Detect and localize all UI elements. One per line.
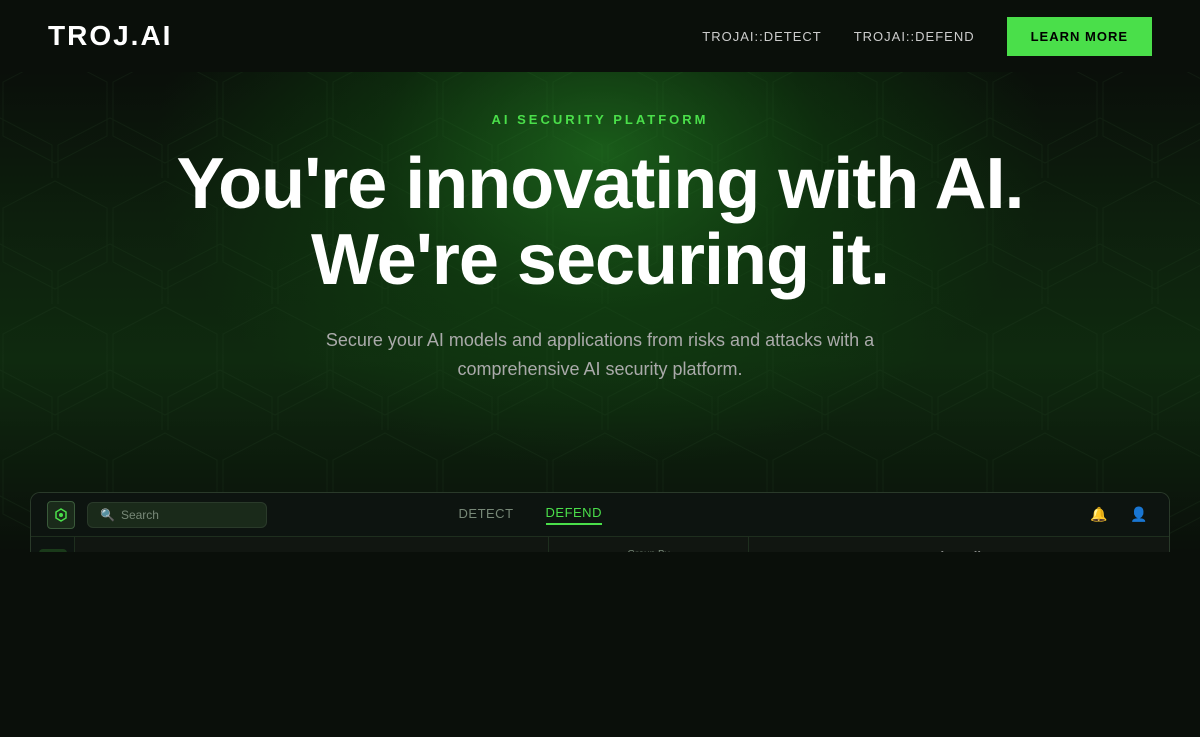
events-title: Latest Firewall Events [761, 549, 1157, 552]
dashboard-icon-buttons: 🔔 👤 [1085, 501, 1153, 529]
group-by-label: Group By [561, 549, 736, 552]
hero-description: Secure your AI models and applications f… [280, 326, 920, 384]
dash-nav-defend[interactable]: DEFEND [546, 505, 602, 525]
dashboard-preview: 🔍 Search DETECT DEFEND 🔔 👤 ⊞ ◉ ◎ ⚙ [30, 492, 1170, 552]
events-panel: Latest Firewall Events 🔍 Search ▼ BLOCK … [749, 537, 1169, 552]
learn-more-button[interactable]: LEARN MORE [1007, 17, 1152, 56]
dashboard-body: ⊞ ◉ ◎ ⚙ Total Firewall Event Count 504,1… [31, 537, 1169, 552]
sidebar-grid-icon[interactable]: ⊞ [39, 549, 67, 552]
nav-defend[interactable]: TROJAI::DEFEND [854, 29, 975, 44]
main-nav: TROJAI::DETECT TROJAI::DEFEND LEARN MORE [702, 17, 1152, 56]
dashboard-search-input[interactable]: 🔍 Search [87, 502, 267, 528]
hero-subtitle: AI SECURITY PLATFORM [48, 112, 1152, 127]
stats-panel: Total Firewall Event Count 504,155 Flag … [75, 537, 549, 552]
header: TROJ.AI TROJAI::DETECT TROJAI::DEFEND LE… [0, 0, 1200, 72]
search-placeholder: Search [121, 508, 159, 522]
dashboard-nav: DETECT DEFEND [459, 505, 702, 525]
nav-detect[interactable]: TROJAI::DETECT [702, 29, 821, 44]
dashboard-sidebar: ⊞ ◉ ◎ ⚙ [31, 537, 75, 552]
search-icon: 🔍 [100, 508, 115, 522]
dashboard-logo [47, 501, 75, 529]
hero-content: AI SECURITY PLATFORM You're innovating w… [48, 112, 1152, 384]
hero-title: You're innovating with AI. We're securin… [48, 147, 1152, 298]
hero-title-line2: We're securing it. [311, 220, 889, 300]
dashboard-topbar: 🔍 Search DETECT DEFEND 🔔 👤 [31, 493, 1169, 537]
dash-nav-detect[interactable]: DETECT [459, 506, 514, 524]
user-icon[interactable]: 👤 [1125, 501, 1153, 529]
hero-title-line1: You're innovating with AI. [176, 144, 1023, 224]
logo: TROJ.AI [48, 20, 172, 52]
hero-section: AI SECURITY PLATFORM You're innovating w… [0, 72, 1200, 552]
filter-panel: Group By Action ▾ Range Last Month ▾ [549, 537, 749, 552]
notification-icon[interactable]: 🔔 [1085, 501, 1113, 529]
dashboard-main: Total Firewall Event Count 504,155 Flag … [75, 537, 1169, 552]
group-by-section: Group By Action ▾ [561, 549, 736, 552]
